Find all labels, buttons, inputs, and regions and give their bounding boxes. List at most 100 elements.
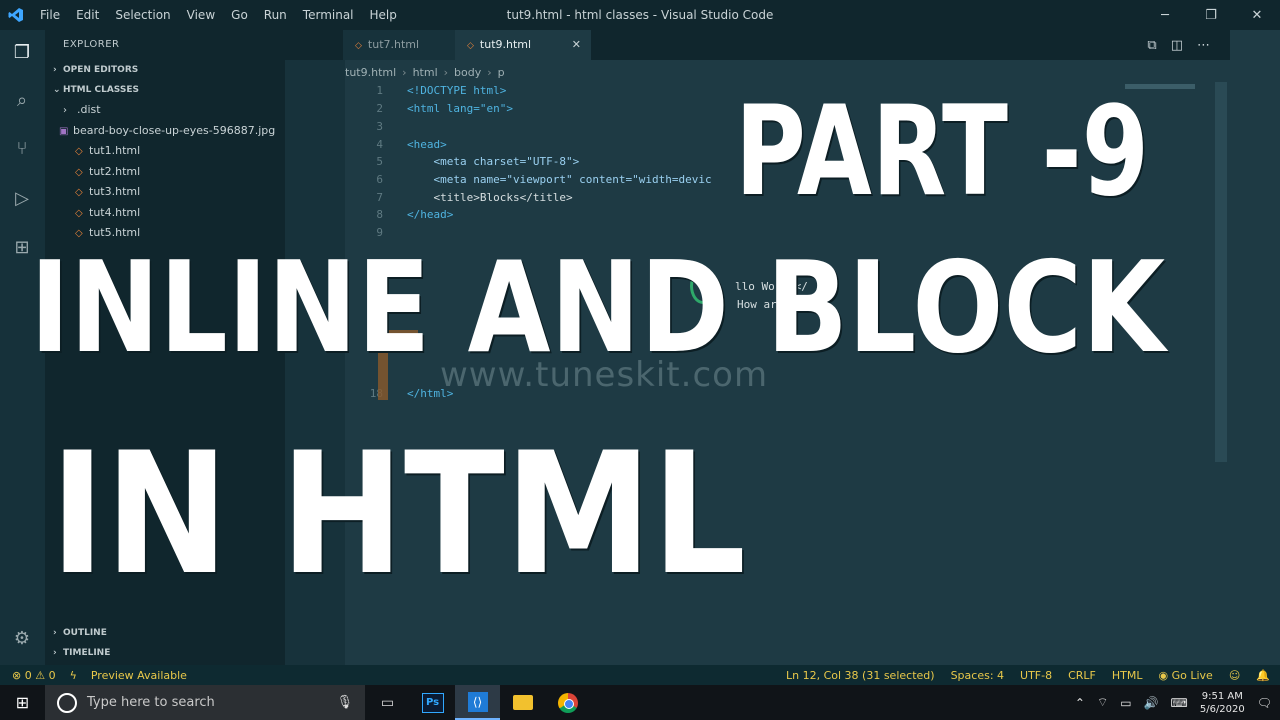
explorer-icon[interactable]: ❐ (10, 40, 34, 64)
breadcrumb-separator-icon: › (443, 65, 449, 79)
menu-go[interactable]: Go (223, 8, 256, 22)
microphone-icon[interactable]: 🎙 (336, 695, 353, 710)
line-number: 4 (376, 138, 383, 151)
close-window-icon[interactable]: ✕ (1234, 0, 1280, 30)
line-text: <meta name="viewport" content="width=dev… (407, 173, 712, 186)
outline-section[interactable]: › OUTLINE (45, 623, 285, 643)
line-text: <meta charset="UTF-8"> (407, 155, 580, 168)
line-text: <title>Blocks</title> (407, 191, 573, 204)
folder-label: HTML CLASSES (63, 85, 139, 95)
go-live-label: Go Live (1171, 668, 1213, 682)
file-item-image[interactable]: ▣ beard-boy-close-up-eyes-596887.jpg (45, 121, 285, 142)
language-status[interactable]: HTML (1112, 669, 1143, 682)
network-icon[interactable]: ⌔ (1097, 695, 1108, 710)
preview-status[interactable]: Preview Available (91, 669, 187, 682)
source-control-icon[interactable]: ⑂ (10, 136, 34, 160)
breadcrumb: tut9.html › html › body › p (345, 62, 505, 82)
file-item-tut4[interactable]: ◇ tut4.html (45, 203, 285, 224)
eol-status[interactable]: CRLF (1068, 669, 1096, 682)
tab-tut9[interactable]: ◇ tut9.html ✕ (455, 30, 591, 60)
explorer-header: EXPLORER (63, 39, 120, 50)
chrome-icon (557, 692, 578, 713)
encoding-status[interactable]: UTF-8 (1020, 669, 1052, 682)
clock-date: 5/6/2020 (1199, 703, 1245, 715)
windows-taskbar: ⊞ Type here to search 🎙 ▭ Ps ⟨⟩ ⌃ ⌔ ▭ 🔊 … (0, 685, 1280, 720)
breadcrumb-body[interactable]: body (454, 66, 481, 79)
indentation-status[interactable]: Spaces: 4 (951, 669, 1004, 682)
title-bar: File Edit Selection View Go Run Terminal… (0, 0, 1280, 30)
chevron-right-icon: › (53, 65, 57, 75)
breadcrumb-separator-icon: › (487, 65, 492, 79)
chevron-up-icon[interactable]: ⌃ (1075, 696, 1085, 710)
broadcast-icon: ◉ (1158, 668, 1172, 682)
image-file-icon: ▣ (59, 125, 69, 137)
breadcrumb-file[interactable]: tut9.html (345, 66, 396, 79)
menu-terminal[interactable]: Terminal (295, 8, 362, 22)
problems-status[interactable]: ⊗ 0 ⚠ 0 (12, 669, 56, 682)
overlay-title-line1: INLINE AND BLOCK (30, 234, 1166, 381)
file-item-tut1[interactable]: ◇ tut1.html (45, 141, 285, 162)
menu-file[interactable]: File (32, 8, 68, 22)
keyboard-icon[interactable]: ⌨ (1171, 696, 1188, 710)
line-number: 2 (376, 102, 383, 115)
chevron-right-icon: › (53, 648, 57, 658)
line-text: </head> (407, 208, 454, 221)
task-view-icon[interactable]: ▭ (365, 685, 410, 720)
search-placeholder: Type here to search (87, 695, 215, 710)
folder-section[interactable]: ⌄ HTML CLASSES (45, 80, 285, 100)
file-explorer-taskbar-icon[interactable] (500, 685, 545, 720)
open-preview-icon[interactable]: ⧉ (1147, 38, 1156, 53)
menu-edit[interactable]: Edit (68, 8, 107, 22)
chevron-right-icon: › (63, 105, 67, 116)
windows-start-icon[interactable]: ⊞ (0, 685, 45, 720)
file-label: .dist (77, 103, 101, 116)
file-item-tut3[interactable]: ◇ tut3.html (45, 182, 285, 203)
menu-run[interactable]: Run (256, 8, 295, 22)
search-icon[interactable]: ⌕ (10, 88, 34, 112)
menu-view[interactable]: View (179, 8, 223, 22)
volume-icon[interactable]: 🔊 (1144, 696, 1159, 710)
minimize-icon[interactable]: ─ (1142, 0, 1188, 30)
breadcrumb-html[interactable]: html (413, 66, 438, 79)
photoshop-taskbar-icon[interactable]: Ps (410, 685, 455, 720)
menu-selection[interactable]: Selection (107, 8, 178, 22)
taskbar-search[interactable]: Type here to search 🎙 (45, 685, 365, 720)
html-file-icon: ◇ (75, 187, 83, 198)
breadcrumb-p[interactable]: p (498, 66, 505, 79)
vscode-taskbar-icon[interactable]: ⟨⟩ (455, 685, 500, 720)
overlay-title-line2: IN HTML (50, 416, 747, 612)
file-label: tut3.html (89, 185, 141, 198)
line-text: <!DOCTYPE html> (407, 84, 507, 97)
menu-help[interactable]: Help (362, 8, 405, 22)
split-editor-icon[interactable]: ◫ (1171, 38, 1183, 53)
battery-icon[interactable]: ▭ (1120, 696, 1131, 710)
folder-icon (512, 695, 533, 710)
cursor-position[interactable]: Ln 12, Col 38 (31 selected) (786, 669, 935, 682)
chrome-taskbar-icon[interactable] (545, 685, 590, 720)
open-editors-label: OPEN EDITORS (63, 65, 139, 75)
notifications-icon[interactable]: 🔔 (1256, 669, 1270, 682)
restore-icon[interactable]: ❐ (1188, 0, 1234, 30)
file-item-dist[interactable]: › .dist (45, 100, 285, 121)
close-tab-icon[interactable]: ✕ (572, 30, 581, 60)
run-debug-icon[interactable]: ▷ (10, 186, 34, 210)
html-file-icon: ◇ (75, 146, 83, 157)
file-label: beard-boy-close-up-eyes-596887.jpg (73, 123, 276, 137)
file-label: tut1.html (89, 144, 141, 157)
go-live-button[interactable]: ◉ Go Live (1159, 669, 1213, 682)
html-file-icon: ◇ (355, 41, 362, 51)
action-center-icon[interactable]: 🗨 (1257, 696, 1272, 710)
editor-scrollbar[interactable] (1215, 82, 1227, 462)
more-actions-icon[interactable]: ⋯ (1197, 38, 1210, 53)
file-item-tut2[interactable]: ◇ tut2.html (45, 162, 285, 183)
feedback-icon[interactable]: ☺ (1229, 669, 1240, 682)
line-number: 8 (376, 208, 383, 221)
line-number: 3 (376, 120, 383, 133)
line-number: 6 (376, 173, 383, 186)
vscode-logo-icon (0, 0, 32, 30)
settings-gear-icon[interactable]: ⚙ (10, 626, 34, 650)
clock[interactable]: 9:51 AM 5/6/2020 (1200, 690, 1245, 716)
timeline-section[interactable]: › TIMELINE (45, 643, 285, 663)
file-label: tut2.html (89, 164, 141, 178)
open-editors-section[interactable]: › OPEN EDITORS (45, 60, 285, 80)
